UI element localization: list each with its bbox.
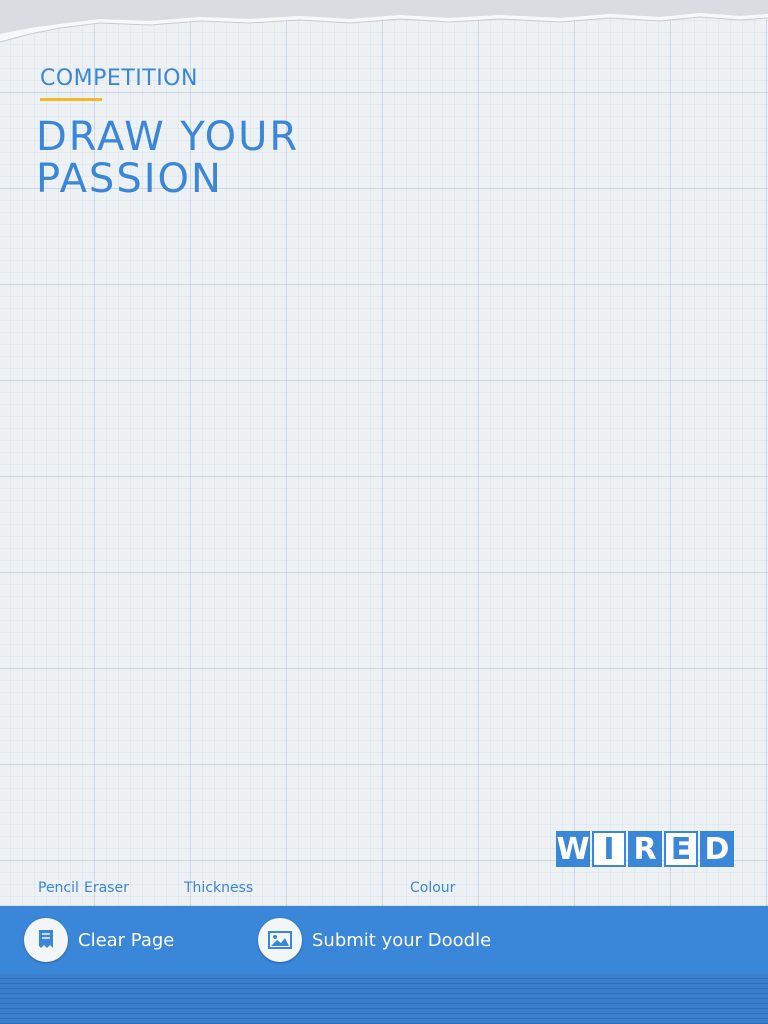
page-stack-edge — [0, 974, 768, 1024]
logo-letter: R — [628, 831, 662, 867]
logo-letter: I — [592, 831, 626, 867]
clear-page-icon — [24, 918, 68, 962]
eraser-tool[interactable]: Eraser — [84, 880, 129, 896]
thickness-control[interactable]: Thickness — [184, 880, 253, 896]
logo-letter: W — [556, 831, 590, 867]
logo-letter: D — [700, 831, 734, 867]
colour-picker[interactable]: Colour — [410, 880, 455, 896]
section-kicker: COMPETITION — [40, 66, 198, 91]
title-line-1: DRAW YOUR — [36, 114, 300, 160]
pencil-tool[interactable]: Pencil — [38, 880, 79, 896]
torn-paper-edge — [0, 0, 768, 43]
title-line-2: PASSION — [36, 156, 223, 202]
wired-logo: W I R E D — [556, 831, 734, 869]
image-icon — [258, 918, 302, 962]
page-title: DRAW YOUR PASSION — [36, 116, 396, 200]
submit-doodle-button[interactable]: Submit your Doodle — [258, 918, 491, 962]
logo-letter: E — [664, 831, 698, 867]
action-bar: Clear Page Submit your Doodle — [0, 906, 768, 974]
submit-doodle-label: Submit your Doodle — [312, 929, 492, 951]
clear-page-button[interactable]: Clear Page — [24, 918, 174, 962]
kicker-underline — [40, 98, 102, 101]
clear-page-label: Clear Page — [78, 929, 175, 951]
